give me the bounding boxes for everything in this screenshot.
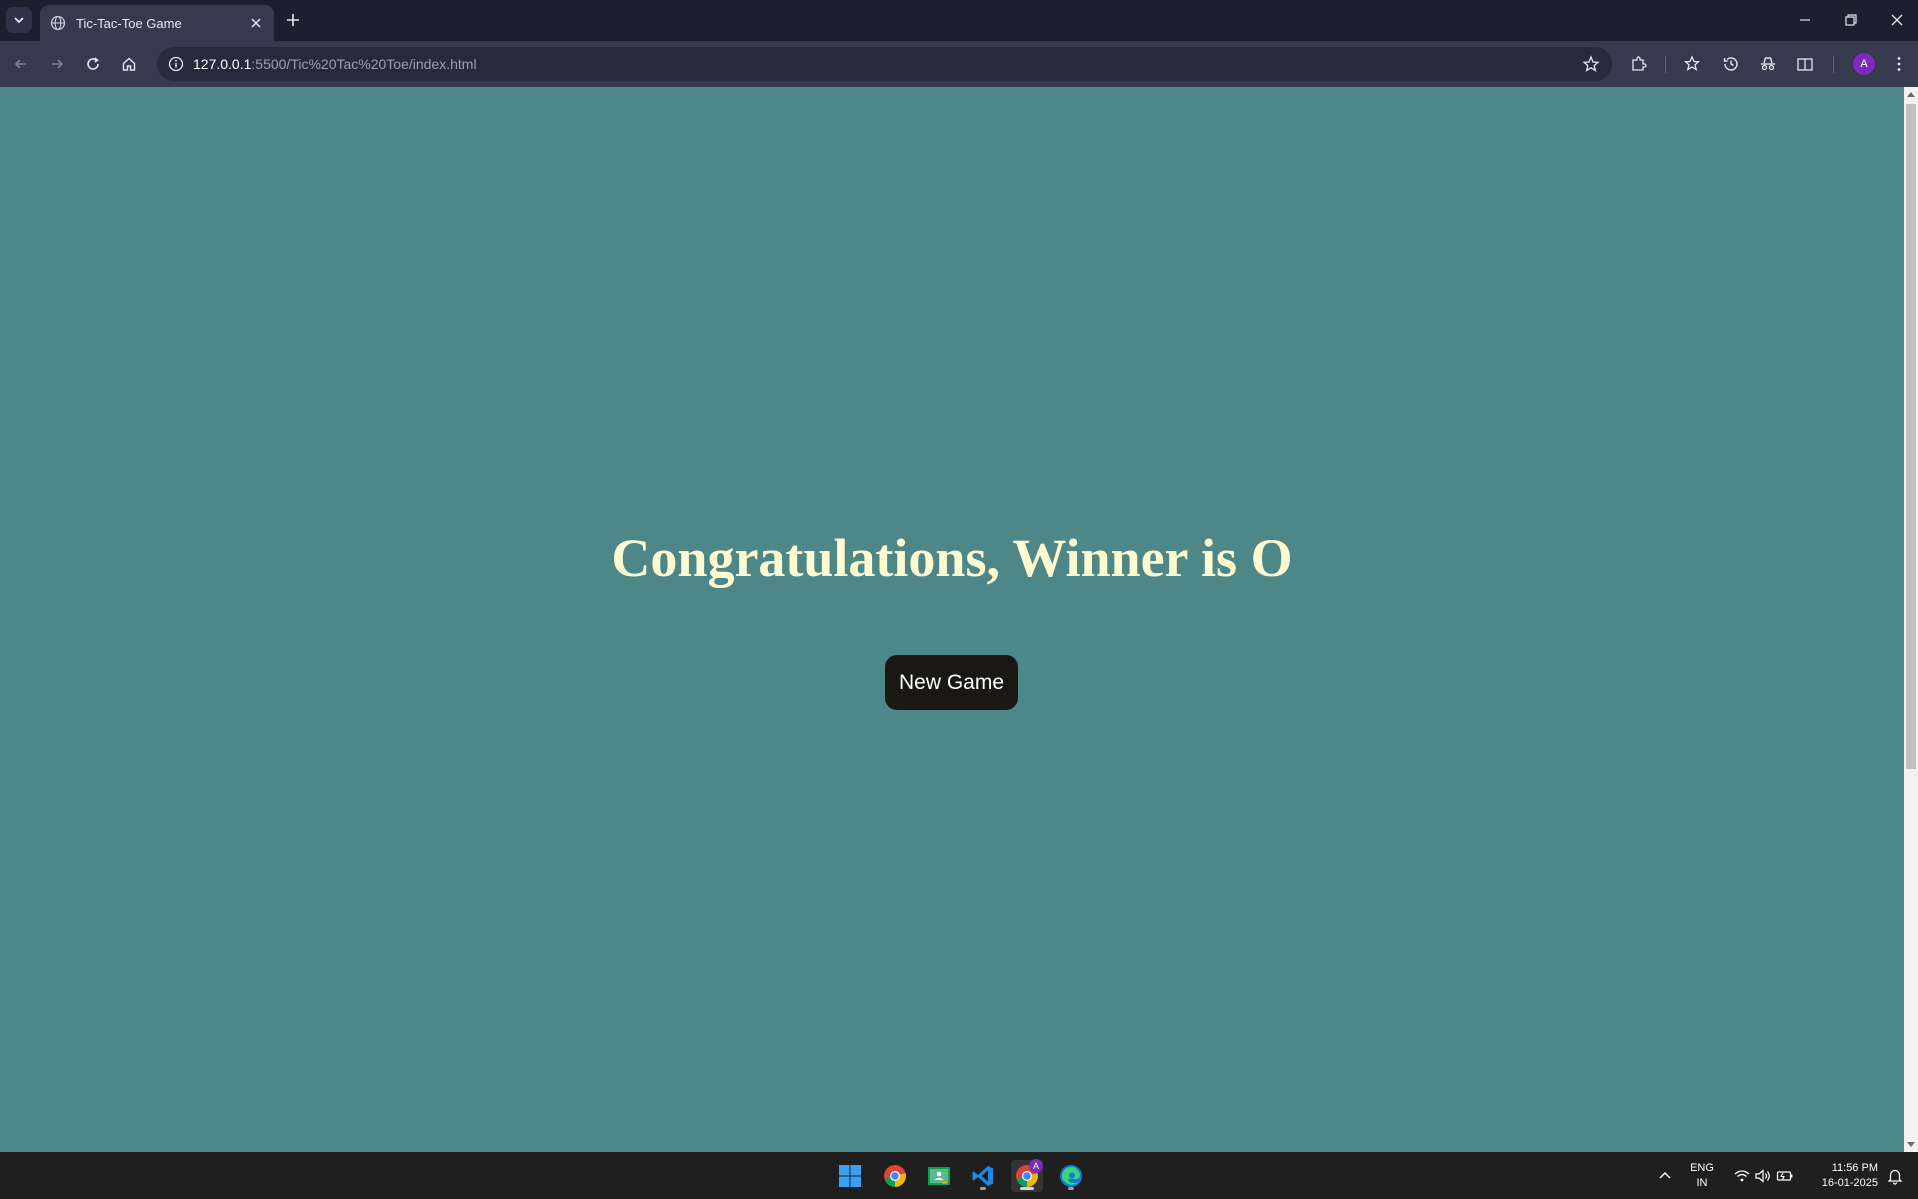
home-button[interactable] <box>118 53 140 75</box>
chrome-icon <box>884 1165 906 1187</box>
running-indicator <box>1068 1187 1074 1190</box>
volume-icon[interactable] <box>1754 1167 1772 1185</box>
arrow-left-icon <box>14 59 26 69</box>
winner-message: Congratulations, Winner is O <box>611 528 1293 588</box>
url-host: 127.0.0.1 <box>193 56 252 72</box>
more-vertical-icon <box>1897 57 1901 71</box>
language-secondary: IN <box>1696 1177 1708 1189</box>
restore-icon[interactable] <box>1841 10 1861 30</box>
battery-icon[interactable] <box>1776 1167 1794 1185</box>
forward-button[interactable] <box>46 53 68 75</box>
globe-icon <box>50 15 66 31</box>
windows-logo-icon <box>839 1165 861 1187</box>
clock-date: 16-01-2025 <box>1821 1177 1878 1189</box>
clock-time: 11:56 PM <box>1831 1162 1878 1174</box>
incognito-button[interactable] <box>1757 53 1779 75</box>
arrow-right-icon <box>52 59 64 69</box>
incognito-icon <box>1761 57 1775 71</box>
minimize-icon[interactable] <box>1795 10 1815 30</box>
language-indicator[interactable]: ENG IN <box>1684 1161 1720 1191</box>
running-indicator <box>980 1187 986 1190</box>
scroll-down-arrow-icon[interactable] <box>1907 1142 1915 1147</box>
url-text: 127.0.0.1:5500/Tic%20Tac%20Toe/index.htm… <box>193 56 477 72</box>
site-info-icon[interactable] <box>168 56 184 72</box>
notification-bell-icon[interactable] <box>1886 1167 1904 1185</box>
page-viewport: Congratulations, Winner is O New Game <box>0 87 1904 1152</box>
taskbar-chrome-profile[interactable]: A <box>1011 1159 1043 1192</box>
star-list-icon <box>1684 55 1701 71</box>
back-button[interactable] <box>10 53 32 75</box>
taskbar-classroom[interactable] <box>923 1160 955 1192</box>
puzzle-icon <box>1632 56 1647 71</box>
tab-search-button[interactable] <box>6 7 32 33</box>
reading-mode-icon <box>1797 58 1813 71</box>
history-icon <box>1723 57 1738 71</box>
bookmark-star-icon[interactable] <box>1582 55 1600 73</box>
favorites-button[interactable] <box>1682 53 1704 75</box>
toolbar-divider <box>1665 56 1666 73</box>
url-path: :5500/Tic%20Tac%20Toe/index.html <box>251 56 477 72</box>
edge-icon <box>1060 1165 1082 1187</box>
tab-title: Tic-Tac-Toe Game <box>76 15 182 31</box>
chevron-down-icon <box>14 17 24 24</box>
reading-mode-button[interactable] <box>1794 53 1816 75</box>
profile-avatar[interactable]: A <box>1853 53 1875 75</box>
reload-button[interactable] <box>82 53 104 75</box>
scrollbar-thumb[interactable] <box>1906 104 1916 769</box>
vertical-scrollbar[interactable] <box>1904 87 1918 1152</box>
start-button[interactable] <box>834 1160 866 1192</box>
active-indicator <box>1020 1187 1034 1190</box>
close-tab-icon[interactable] <box>248 15 264 31</box>
history-button[interactable] <box>1720 53 1742 75</box>
extensions-button[interactable] <box>1628 53 1650 75</box>
taskbar: A ENG IN 11:56 PM 16-01-2025 <box>0 1152 1918 1199</box>
scroll-up-arrow-icon[interactable] <box>1907 92 1915 97</box>
profile-badge: A <box>1029 1159 1043 1173</box>
address-bar[interactable]: 127.0.0.1:5500/Tic%20Tac%20Toe/index.htm… <box>157 47 1612 81</box>
reload-icon <box>87 57 99 70</box>
wifi-icon[interactable] <box>1733 1167 1751 1185</box>
browser-toolbar: 127.0.0.1:5500/Tic%20Tac%20Toe/index.htm… <box>0 41 1918 87</box>
taskbar-vscode[interactable] <box>967 1160 999 1192</box>
classroom-icon <box>928 1167 950 1185</box>
active-tab[interactable]: Tic-Tac-Toe Game <box>40 5 274 41</box>
home-icon <box>122 57 136 71</box>
new-tab-icon[interactable] <box>283 10 303 30</box>
chevron-up-icon[interactable] <box>1656 1167 1674 1185</box>
tab-strip: Tic-Tac-Toe Game <box>0 0 1918 41</box>
menu-button[interactable] <box>1888 53 1910 75</box>
taskbar-chrome[interactable] <box>879 1160 911 1192</box>
new-game-button[interactable]: New Game <box>885 655 1018 710</box>
vscode-icon <box>972 1166 993 1186</box>
language-primary: ENG <box>1690 1162 1714 1174</box>
taskbar-edge[interactable] <box>1055 1160 1087 1192</box>
clock[interactable]: 11:56 PM 16-01-2025 <box>1808 1161 1878 1191</box>
toolbar-divider <box>1833 56 1834 73</box>
close-window-icon[interactable] <box>1887 10 1907 30</box>
